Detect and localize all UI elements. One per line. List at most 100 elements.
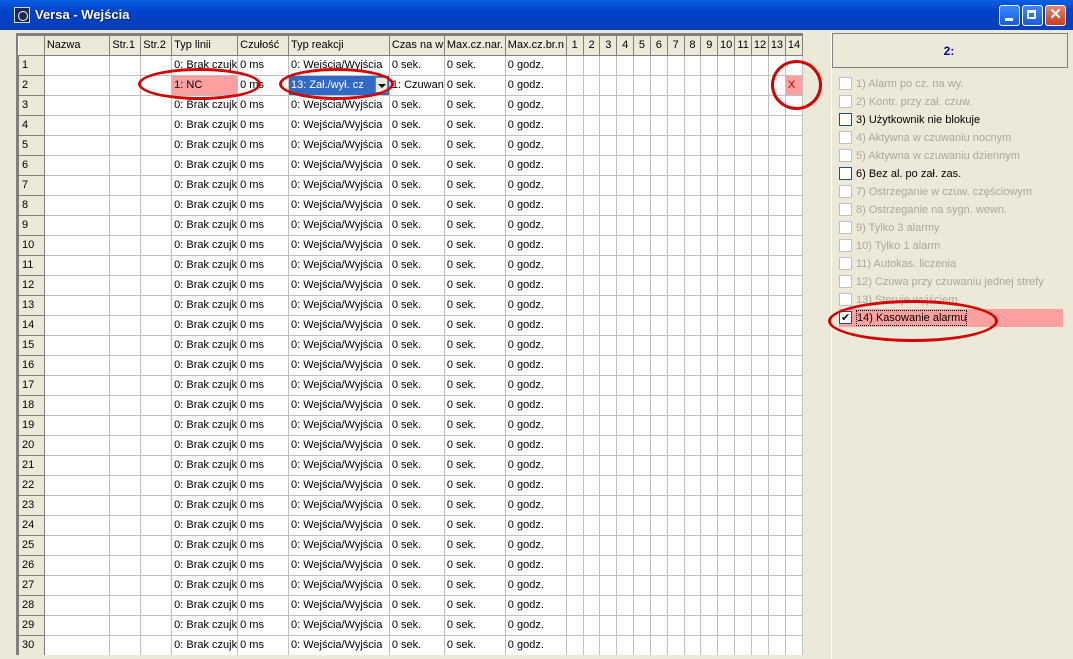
option-flag-cell[interactable] bbox=[565, 535, 584, 556]
option-flag-cell[interactable] bbox=[751, 135, 769, 156]
table-cell[interactable] bbox=[140, 555, 173, 576]
option-flag-cell[interactable] bbox=[582, 635, 601, 655]
line-type-cell-highlighted[interactable]: 1: NC bbox=[171, 75, 239, 96]
table-cell[interactable]: 0 sek. bbox=[388, 355, 445, 376]
table-cell[interactable]: 0 ms bbox=[237, 55, 289, 76]
minimize-button[interactable] bbox=[999, 5, 1020, 26]
table-cell[interactable] bbox=[43, 115, 111, 136]
option-flag-cell[interactable] bbox=[767, 375, 786, 396]
table-row[interactable]: 4 0: Brak czujk 0 ms 0: Wejścia/Wyjścia 0 se… bbox=[18, 115, 803, 136]
table-row[interactable]: 2 1: NC 0 ms 13: Zał./wył. cz 1: Czuwan 0 sek… bbox=[18, 75, 803, 96]
table-cell[interactable]: 0 sek. bbox=[443, 255, 506, 276]
option-flag-cell[interactable] bbox=[717, 135, 736, 156]
option-flag-cell[interactable] bbox=[683, 555, 702, 576]
option-flag-cell[interactable] bbox=[633, 475, 651, 496]
option-flag-cell[interactable] bbox=[649, 295, 668, 316]
table-cell[interactable] bbox=[43, 55, 111, 76]
table-cell[interactable] bbox=[140, 255, 173, 276]
option-flag-cell[interactable] bbox=[767, 55, 786, 76]
option-flag-cell[interactable] bbox=[633, 495, 651, 516]
column-header[interactable]: 1 bbox=[565, 35, 584, 56]
option-flag-cell[interactable] bbox=[717, 475, 736, 496]
option-flag-cell[interactable] bbox=[717, 55, 736, 76]
option-flag-cell[interactable] bbox=[633, 535, 651, 556]
table-cell[interactable] bbox=[140, 435, 173, 456]
column-header[interactable]: Czułość bbox=[237, 35, 289, 56]
table-cell[interactable]: 0: Brak czujk bbox=[171, 355, 239, 376]
table-cell[interactable]: 0: Wejścia/Wyjścia bbox=[287, 535, 390, 556]
table-row[interactable]: 27 0: Brak czujk 0 ms 0: Wejścia/Wyjścia 0 s… bbox=[18, 575, 803, 596]
table-cell[interactable] bbox=[140, 515, 173, 536]
option-flag-cell[interactable] bbox=[666, 115, 685, 136]
option-flag-cell[interactable] bbox=[633, 575, 651, 596]
option-checkbox-14[interactable]: 14) Kasowanie alarmu bbox=[839, 309, 1063, 327]
table-cell[interactable]: 0 godz. bbox=[504, 475, 567, 496]
table-cell[interactable] bbox=[43, 355, 111, 376]
table-cell[interactable]: 0: Wejścia/Wyjścia bbox=[287, 395, 390, 416]
option-flag-cell[interactable] bbox=[734, 295, 753, 316]
table-cell[interactable]: 0 ms bbox=[237, 475, 289, 496]
table-cell[interactable]: 0: Brak czujk bbox=[171, 55, 239, 76]
table-cell[interactable]: 0 godz. bbox=[504, 355, 567, 376]
option-flag-cell[interactable] bbox=[649, 95, 668, 116]
checkbox-icon[interactable] bbox=[839, 275, 852, 288]
option-flag-cell[interactable] bbox=[683, 215, 702, 236]
option-flag-cell[interactable] bbox=[633, 555, 651, 576]
table-cell[interactable]: 0 ms bbox=[237, 435, 289, 456]
option-flag-cell[interactable] bbox=[717, 295, 736, 316]
table-cell[interactable]: 0 sek. bbox=[388, 315, 445, 336]
option-flag-cell[interactable] bbox=[751, 475, 769, 496]
close-button[interactable]: ✕ bbox=[1045, 5, 1066, 26]
option-flag-cell[interactable] bbox=[616, 595, 635, 616]
column-header[interactable]: 5 bbox=[633, 35, 651, 56]
table-cell[interactable]: 0: Brak czujk bbox=[171, 135, 239, 156]
option-flag-cell[interactable] bbox=[582, 315, 601, 336]
option-flag-cell[interactable] bbox=[734, 375, 753, 396]
table-cell[interactable] bbox=[43, 295, 111, 316]
option-flag-cell[interactable] bbox=[633, 455, 651, 476]
option-flag-cell[interactable] bbox=[717, 615, 736, 636]
option-flag-cell[interactable] bbox=[734, 615, 753, 636]
table-cell[interactable] bbox=[140, 215, 173, 236]
table-cell[interactable] bbox=[140, 415, 173, 436]
table-cell[interactable]: 0 sek. bbox=[388, 575, 445, 596]
option-flag-cell[interactable] bbox=[751, 615, 769, 636]
column-header[interactable]: 10 bbox=[717, 35, 736, 56]
option-flag-cell[interactable] bbox=[582, 495, 601, 516]
table-cell[interactable] bbox=[109, 155, 142, 176]
option-flag-cell[interactable] bbox=[717, 535, 736, 556]
table-cell[interactable]: 0: Brak czujk bbox=[171, 415, 239, 436]
table-cell[interactable]: 0 godz. bbox=[504, 135, 567, 156]
option-flag-cell[interactable] bbox=[784, 115, 803, 136]
table-cell[interactable]: 0 sek. bbox=[388, 395, 445, 416]
inputs-grid[interactable]: Nazwa Str.1 Str.2 Typ linii Czułość Typ reakc… bbox=[16, 33, 803, 655]
option-flag-cell[interactable] bbox=[734, 155, 753, 176]
table-cell[interactable]: 0 ms bbox=[237, 195, 289, 216]
option-flag-cell[interactable] bbox=[751, 115, 769, 136]
table-cell[interactable]: 0: Brak czujk bbox=[171, 535, 239, 556]
table-cell[interactable]: 0: Wejścia/Wyjścia bbox=[287, 475, 390, 496]
table-cell[interactable]: 0 sek. bbox=[443, 575, 506, 596]
table-cell[interactable]: 0: Brak czujk bbox=[171, 235, 239, 256]
table-cell[interactable]: 0 sek. bbox=[388, 115, 445, 136]
table-cell[interactable] bbox=[43, 275, 111, 296]
table-row[interactable]: 19 0: Brak czujk 0 ms 0: Wejścia/Wyjścia 0 s… bbox=[18, 415, 803, 436]
option-checkbox-5[interactable]: 5) Aktywna w czuwaniu dziennym bbox=[839, 147, 1063, 165]
table-cell[interactable]: 0: Wejścia/Wyjścia bbox=[287, 215, 390, 236]
table-cell[interactable] bbox=[43, 435, 111, 456]
table-cell[interactable]: 0: Brak czujk bbox=[171, 495, 239, 516]
option-flag-cell[interactable] bbox=[633, 395, 651, 416]
option-flag-cell[interactable] bbox=[616, 455, 635, 476]
option-flag-cell[interactable] bbox=[700, 115, 719, 136]
table-cell[interactable]: 0 ms bbox=[237, 555, 289, 576]
option-checkbox-7[interactable]: 7) Ostrzeganie w czuw. częściowym bbox=[839, 183, 1063, 201]
option-flag-cell[interactable] bbox=[683, 135, 702, 156]
option-flag-cell[interactable] bbox=[616, 355, 635, 376]
option-checkbox-6[interactable]: 6) Bez al. po zał. zas. bbox=[839, 165, 1063, 183]
option-flag-cell[interactable] bbox=[751, 315, 769, 336]
option-flag-cell[interactable] bbox=[734, 255, 753, 276]
table-cell[interactable] bbox=[43, 75, 111, 96]
table-cell[interactable] bbox=[140, 235, 173, 256]
table-cell[interactable]: 0 sek. bbox=[443, 155, 506, 176]
table-cell[interactable]: 0 godz. bbox=[504, 455, 567, 476]
